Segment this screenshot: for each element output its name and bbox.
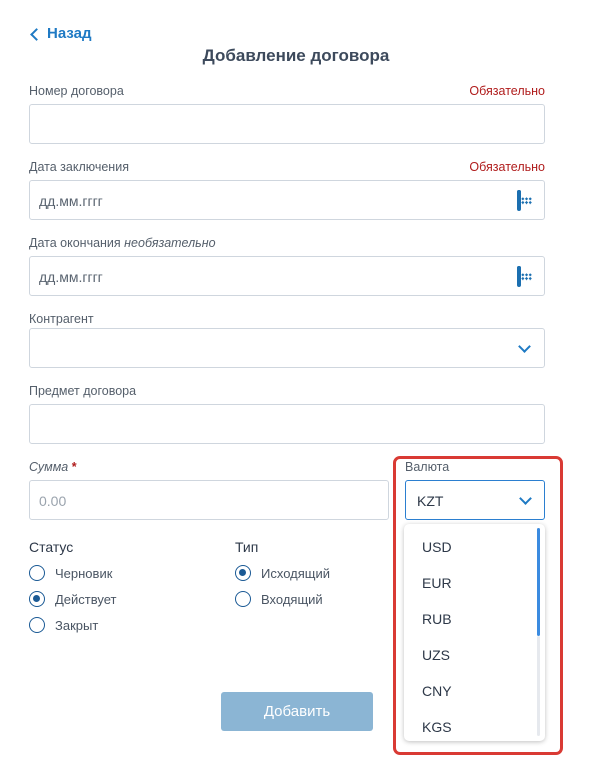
amount-required-mark: * [71,460,77,474]
status-option-closed[interactable]: Закрыт [29,617,98,633]
type-option-outgoing[interactable]: Исходящий [235,565,330,581]
conclusion-date-label: Дата заключения [29,160,129,174]
status-title: Статус [29,539,74,555]
page-title: Добавление договора [202,46,390,65]
end-date-label: Дата окончания необязательно [29,236,216,250]
chevron-left-icon [30,27,43,41]
end-date-placeholder: дд.мм.гггг [39,269,103,285]
contract-number-label: Номер договора [29,84,124,98]
amount-placeholder: 0.00 [39,493,67,509]
radio-button[interactable] [29,591,45,607]
radio-button[interactable] [235,565,251,581]
counterparty-label: Контрагент [29,312,94,326]
counterparty-select[interactable] [29,328,545,368]
add-button[interactable]: Добавить [221,692,373,731]
amount-input[interactable]: 0.00 [29,480,389,520]
status-option-draft[interactable]: Черновик [29,565,112,581]
subject-label: Предмет договора [29,384,137,398]
subject-input[interactable] [29,404,545,444]
chevron-down-icon [518,340,531,353]
conclusion-date-placeholder: дд.мм.гггг [39,193,103,209]
calendar-icon[interactable] [517,266,532,287]
amount-label: Сумма * [29,460,77,474]
contract-number-input[interactable] [29,104,545,144]
back-link[interactable]: Назад [30,25,92,42]
back-label: Назад [47,25,92,42]
type-title: Тип [235,539,259,555]
end-date-input[interactable]: дд.мм.гггг [29,256,545,296]
calendar-icon[interactable] [517,190,532,211]
highlight-box [393,456,563,755]
conclusion-date-required: Обязательно [469,160,545,174]
contract-number-required: Обязательно [469,84,545,98]
conclusion-date-input[interactable]: дд.мм.гггг [29,180,545,220]
radio-button[interactable] [235,591,251,607]
end-date-optional: необязательно [124,236,216,250]
radio-button[interactable] [29,617,45,633]
radio-button[interactable] [29,565,45,581]
type-option-incoming[interactable]: Входящий [235,591,323,607]
status-option-active[interactable]: Действует [29,591,116,607]
